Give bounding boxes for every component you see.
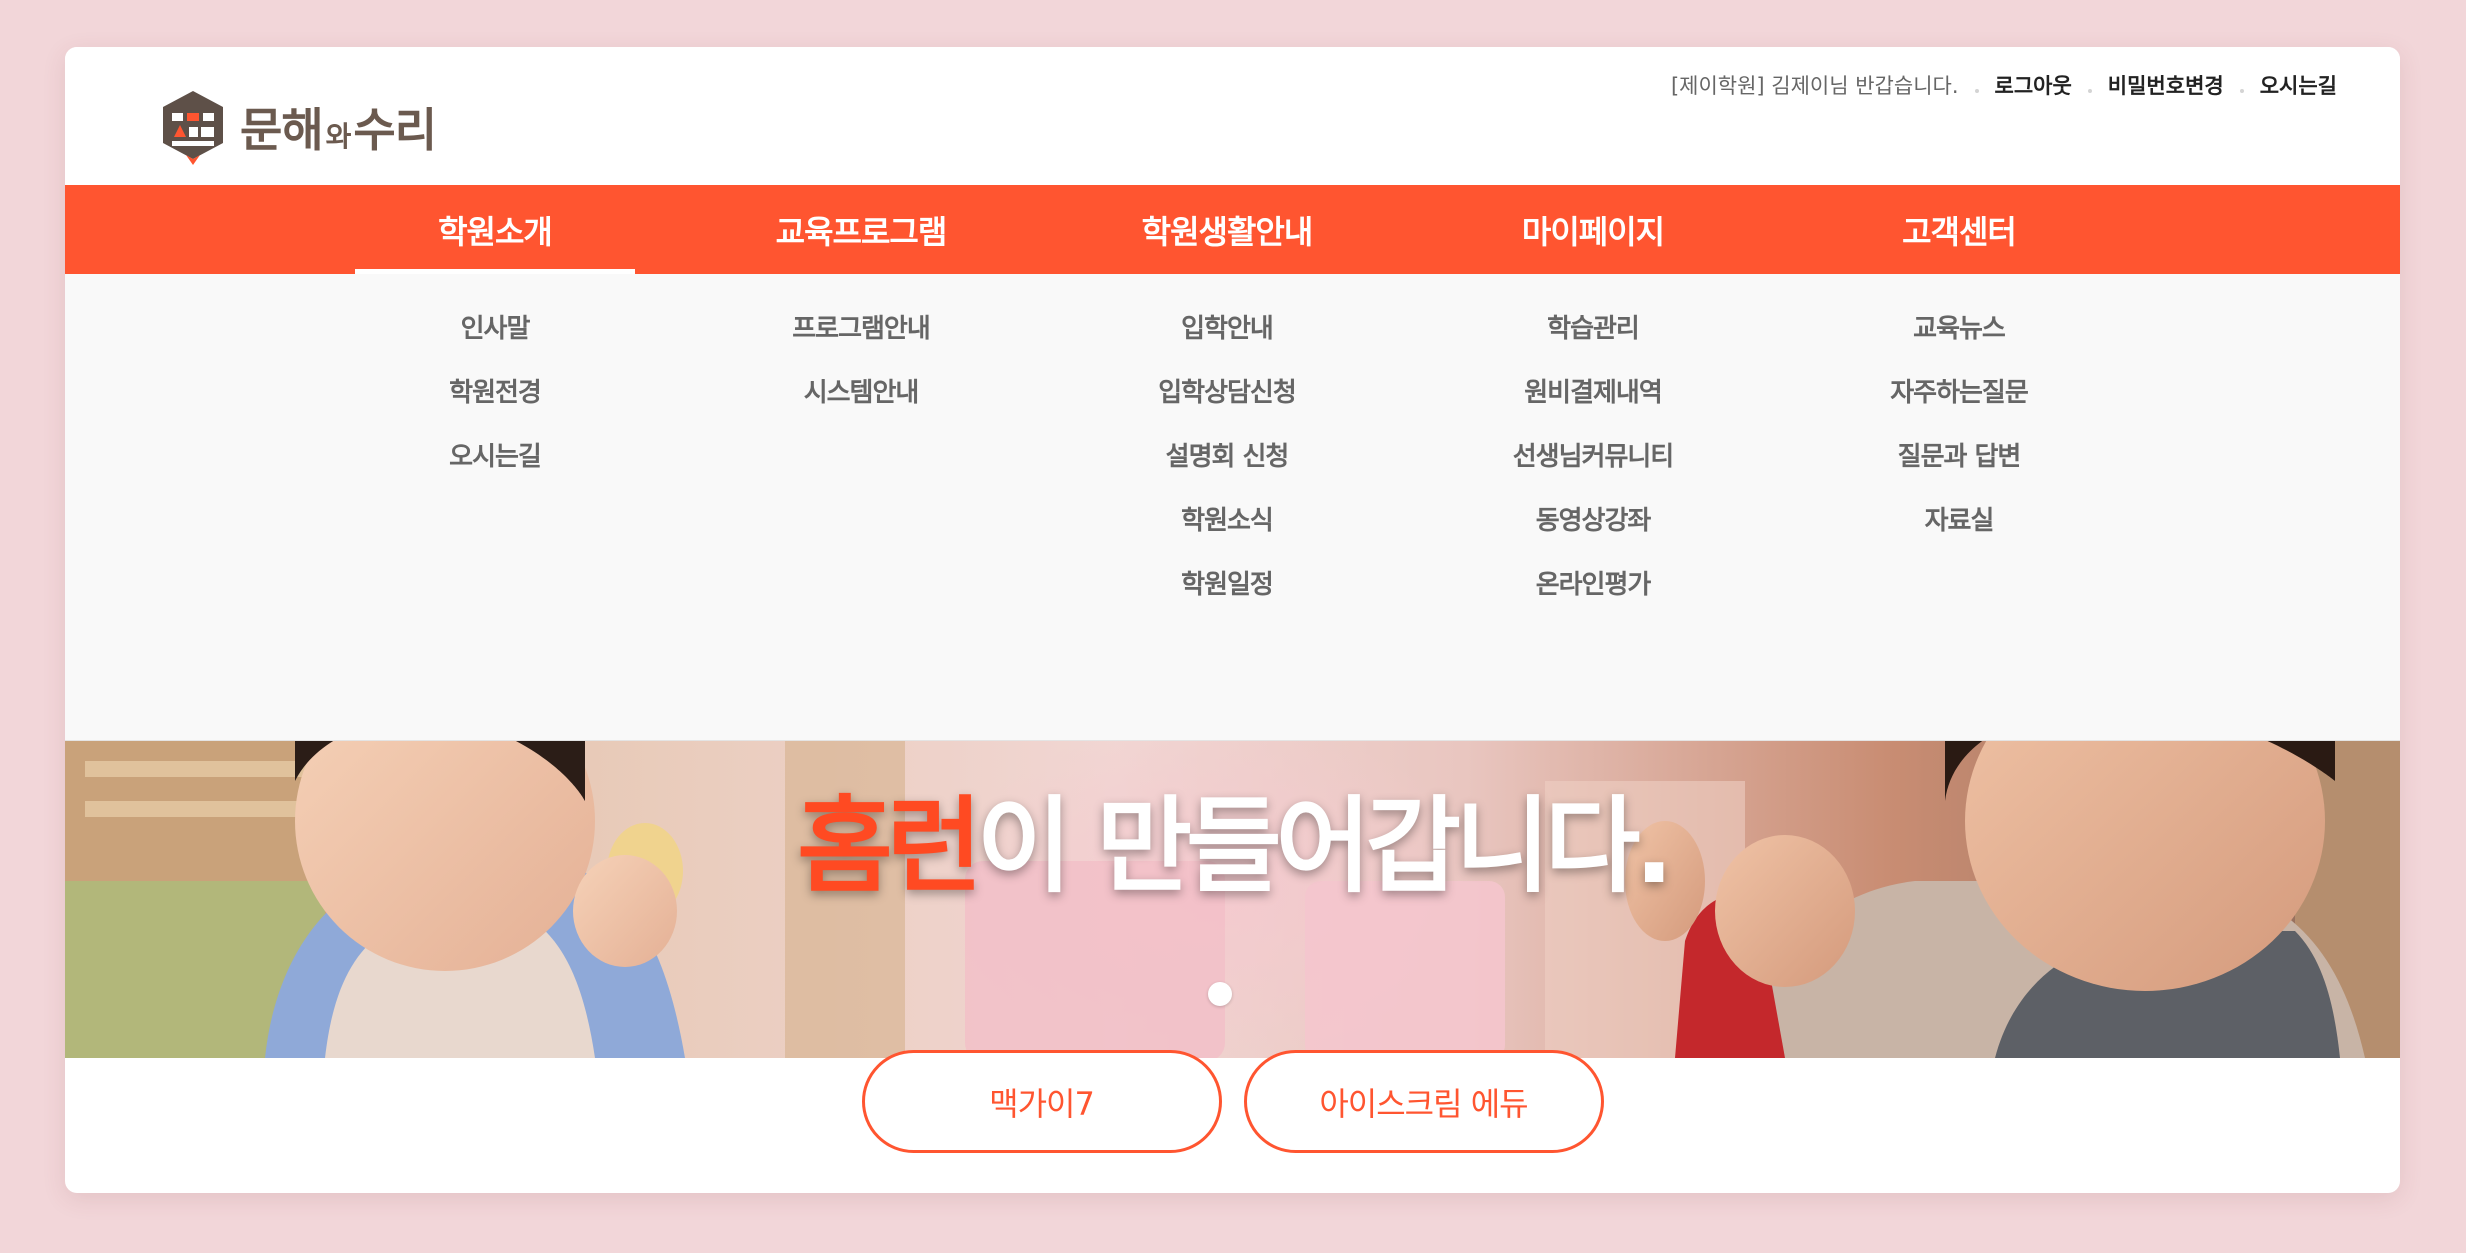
submenu-item[interactable]: 원비결제내역	[1524, 373, 1663, 437]
nav-item-mypage[interactable]: 마이페이지	[1453, 185, 1733, 274]
submenu-item[interactable]: 질문과 답변	[1898, 437, 2022, 501]
utility-nav: [제이학원] 김제이님 반갑습니다. 로그아웃 비밀번호변경 오시는길	[1671, 65, 2337, 105]
submenu-item[interactable]: 학원전경	[449, 373, 542, 437]
logo-text-part2: 수리	[353, 103, 437, 157]
submenu-item[interactable]: 인사말	[461, 309, 531, 373]
submenu-item[interactable]: 선생님커뮤니티	[1513, 437, 1674, 501]
hero-title: 홈런이 만들어갑니다.	[65, 761, 2400, 912]
submenu-item[interactable]: 시스템안내	[804, 373, 920, 437]
nav-item-education-program[interactable]: 교육프로그램	[721, 185, 1001, 274]
main-nav: 학원소개 교육프로그램 학원생활안내 마이페이지 고객센터	[65, 185, 2400, 274]
hero-banner: 홈런이 만들어갑니다.	[65, 741, 2400, 1058]
nav-item-customer-center[interactable]: 고객센터	[1819, 185, 2099, 274]
logo-text-small: 와	[325, 120, 352, 153]
util-separator	[2087, 89, 2092, 93]
submenu-item[interactable]: 교육뉴스	[1913, 309, 2006, 373]
slider-dot[interactable]	[1208, 982, 1232, 1006]
logo[interactable]: 문해 와 수리	[160, 87, 437, 167]
nav-item-academy-intro[interactable]: 학원소개	[355, 185, 635, 274]
directions-link[interactable]: 오시는길	[2260, 70, 2337, 100]
submenu-column-academy-intro: 인사말 학원전경 오시는길	[355, 309, 635, 501]
logo-text-part1: 문해	[240, 103, 324, 157]
submenu-column-mypage: 학습관리 원비결제내역 선생님커뮤니티 동영상강좌 온라인평가	[1453, 309, 1733, 629]
submenu-item[interactable]: 온라인평가	[1536, 565, 1652, 629]
logo-text: 문해 와 수리	[240, 94, 437, 160]
submenu-item[interactable]: 설명회 신청	[1166, 437, 1290, 501]
macgyver-button[interactable]: 맥가이7	[861, 1050, 1222, 1153]
submenu-item[interactable]: 학원일정	[1181, 565, 1274, 629]
util-separator	[1974, 89, 1979, 93]
submenu-item[interactable]: 학습관리	[1547, 309, 1640, 373]
submenu-item[interactable]: 입학상담신청	[1158, 373, 1297, 437]
logo-icon	[163, 91, 223, 165]
header: 문해 와 수리 [제이학원] 김제이님 반갑습니다. 로그아웃 비밀번호변경 오…	[65, 47, 2400, 185]
util-separator	[2239, 89, 2244, 93]
submenu-item[interactable]: 학원소식	[1181, 501, 1274, 565]
hero-title-accent: 홈런	[797, 785, 982, 907]
user-greeting: [제이학원] 김제이님 반갑습니다.	[1670, 74, 1959, 98]
partner-buttons: 맥가이7 아이스크림 에듀	[65, 1050, 2400, 1153]
change-password-link[interactable]: 비밀번호변경	[2108, 70, 2224, 100]
submenu-item[interactable]: 자료실	[1925, 501, 1995, 565]
submenu-column-education-program: 프로그램안내 시스템안내	[721, 309, 1001, 437]
submenu-column-customer-center: 교육뉴스 자주하는질문 질문과 답변 자료실	[1819, 309, 2099, 565]
submenu-item[interactable]: 자주하는질문	[1890, 373, 2029, 437]
icecream-edu-button[interactable]: 아이스크림 에듀	[1243, 1050, 1604, 1153]
hero-title-rest: 이 만들어갑니다.	[976, 785, 1673, 907]
submenu-item[interactable]: 오시는길	[449, 437, 542, 501]
nav-item-academy-life[interactable]: 학원생활안내	[1087, 185, 1367, 274]
page-frame: 문해 와 수리 [제이학원] 김제이님 반갑습니다. 로그아웃 비밀번호변경 오…	[65, 47, 2400, 1193]
submenu-column-academy-life: 입학안내 입학상담신청 설명회 신청 학원소식 학원일정	[1087, 309, 1367, 629]
submenu-item[interactable]: 프로그램안내	[792, 309, 931, 373]
submenu-item[interactable]: 입학안내	[1181, 309, 1274, 373]
submenu-panel: 인사말 학원전경 오시는길 프로그램안내 시스템안내 입학안내 입학상담신청 설…	[65, 274, 2400, 741]
logout-link[interactable]: 로그아웃	[1995, 70, 2072, 100]
submenu-item[interactable]: 동영상강좌	[1536, 501, 1652, 565]
